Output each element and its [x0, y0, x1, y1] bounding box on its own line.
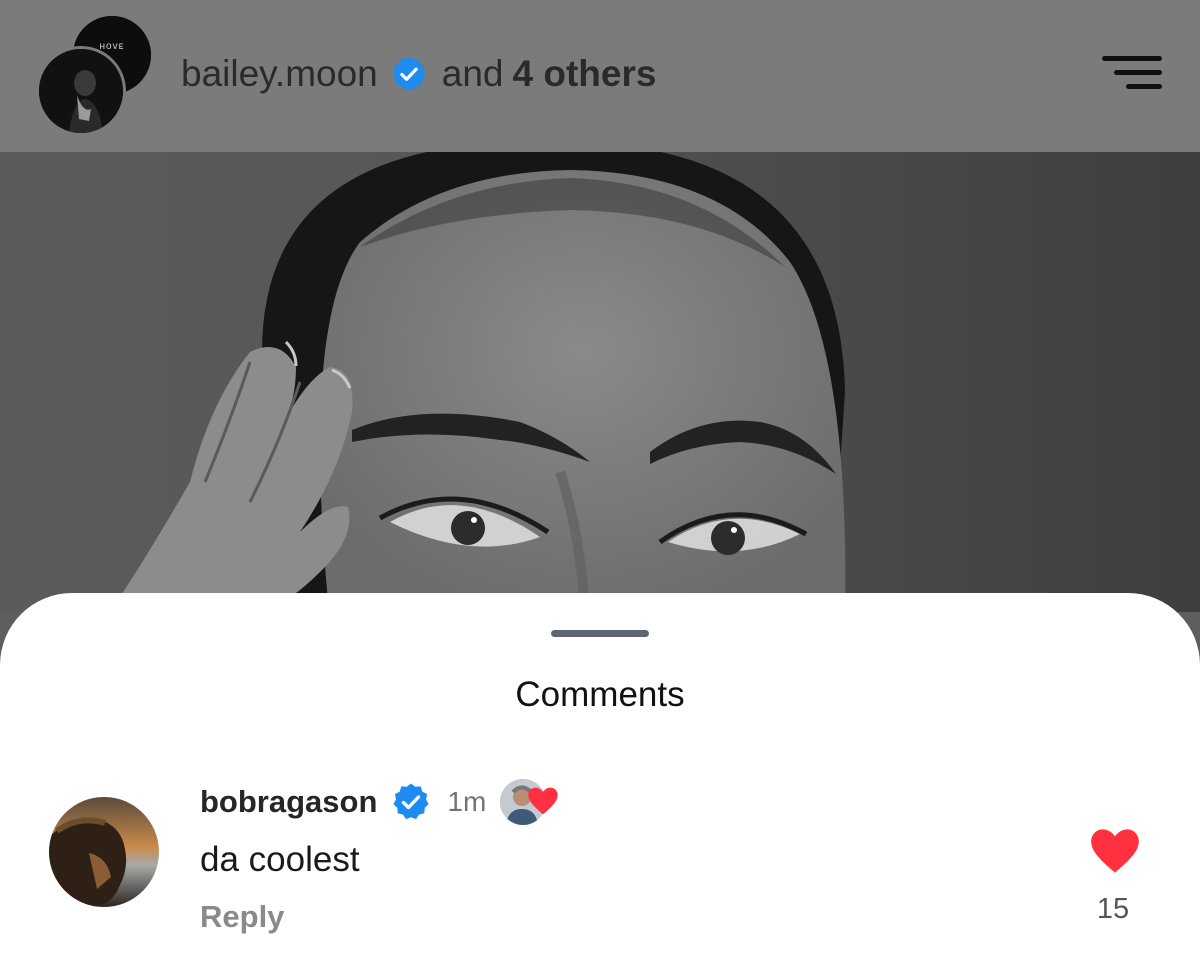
- heart-icon: [1091, 829, 1139, 873]
- collaborators-others-link[interactable]: 4 others: [513, 53, 657, 95]
- post-image[interactable]: [0, 152, 1200, 612]
- verified-badge-icon: [390, 55, 428, 93]
- comment-like-button[interactable]: [1089, 827, 1141, 875]
- commenter-avatar[interactable]: [49, 797, 159, 907]
- comment-header: bobragason 1m: [200, 779, 562, 825]
- commenter-username[interactable]: bobragason: [200, 784, 377, 820]
- heart-icon: [528, 787, 558, 815]
- author-username[interactable]: bailey.moon: [181, 53, 378, 95]
- hamburger-menu-icon[interactable]: [1098, 52, 1166, 92]
- comments-title: Comments: [515, 675, 685, 714]
- comment-text: da coolest: [200, 840, 360, 879]
- comments-sheet: Comments bobragason 1m da coolest Reply …: [0, 593, 1200, 960]
- creator-liked-indicator: [500, 779, 562, 825]
- reply-button[interactable]: Reply: [200, 899, 284, 935]
- verified-badge-icon: [391, 782, 431, 822]
- post-header: ʜᴏᴠᴇ bailey.moon and 4 others: [0, 0, 1200, 152]
- portrait-illustration: [110, 152, 846, 612]
- sheet-drag-handle[interactable]: [551, 630, 649, 637]
- post-author-line: bailey.moon and 4 others: [181, 50, 656, 98]
- avatar-back-logo-text: ʜᴏᴠᴇ: [100, 41, 125, 52]
- avatar-front-image: [39, 49, 123, 133]
- comment-timestamp: 1m: [447, 786, 487, 817]
- author-and-text: and: [441, 53, 504, 94]
- collaborator-avatar-front[interactable]: [36, 46, 126, 136]
- commenter-avatar-image: [49, 797, 159, 907]
- comment-like-count: 15: [1096, 893, 1130, 925]
